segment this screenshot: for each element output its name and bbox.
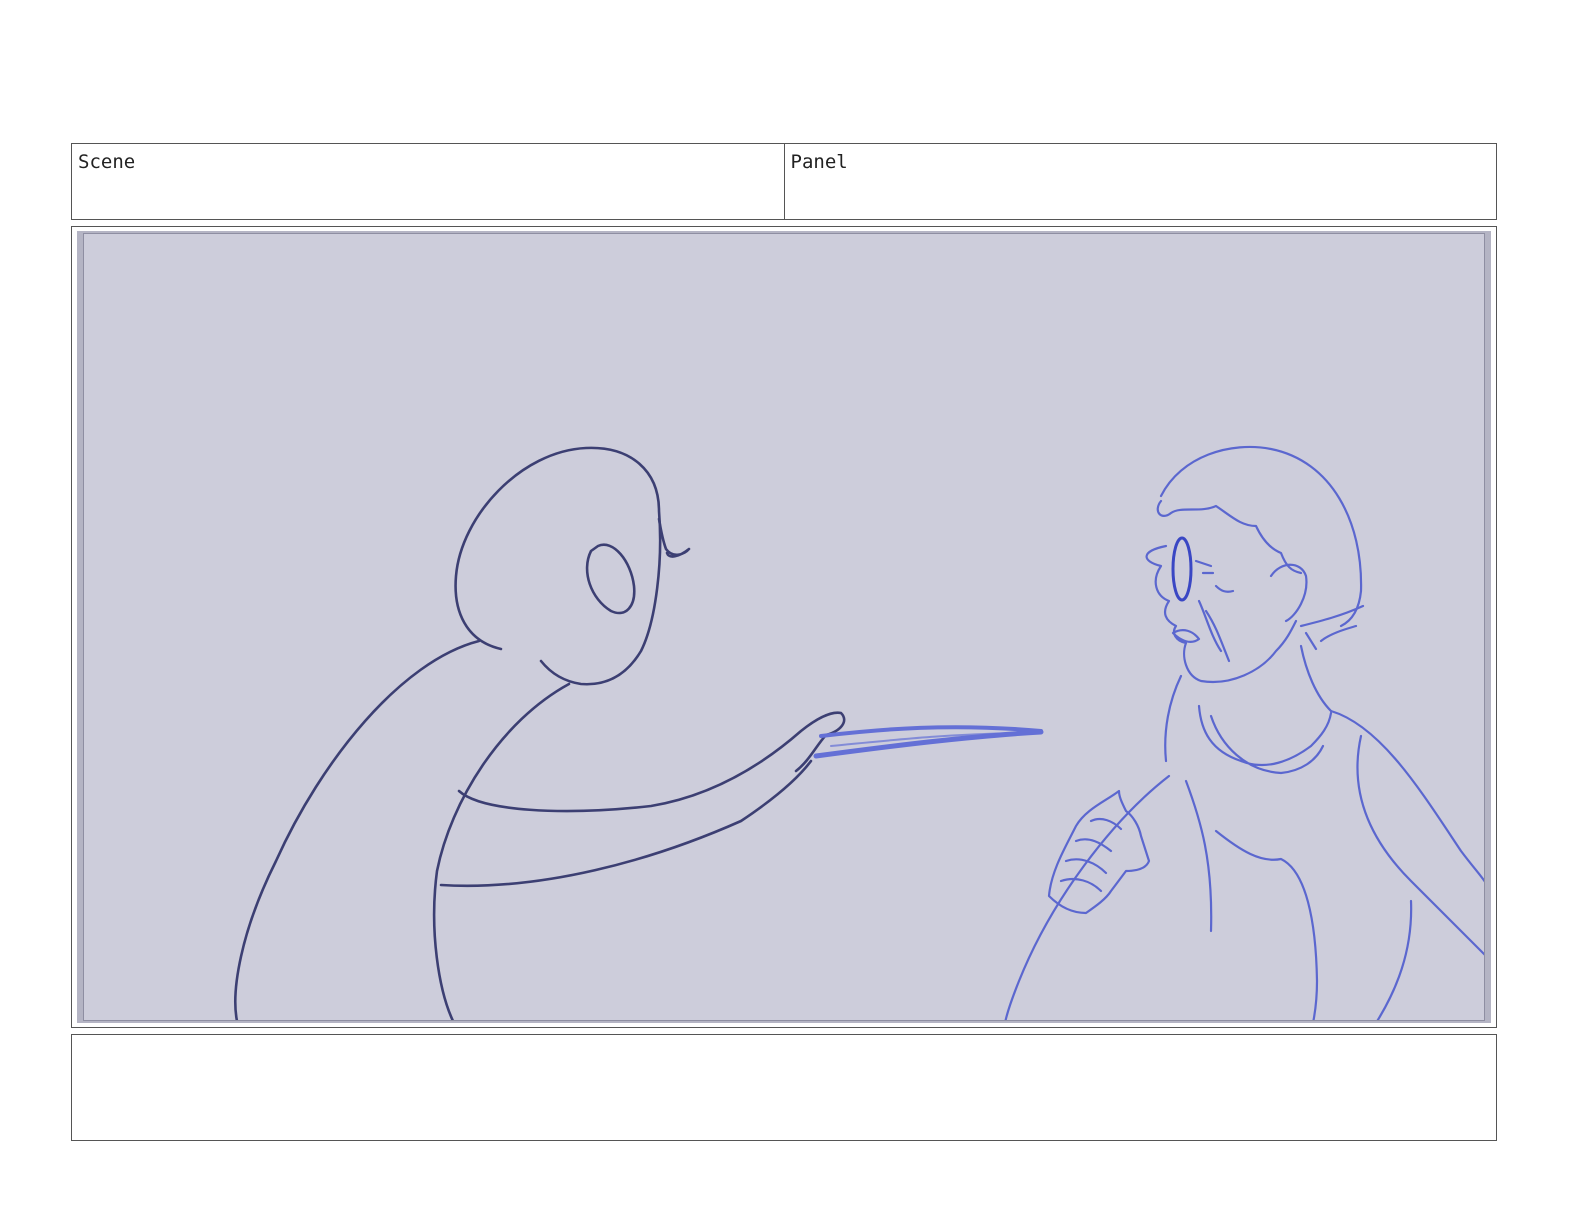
- storyboard-header: Scene Panel: [71, 143, 1497, 220]
- cheek-wrinkles: [1197, 584, 1235, 663]
- shoulder-right: [1329, 709, 1484, 883]
- brows: [1194, 559, 1215, 575]
- left-figure-arm-upper: [457, 711, 846, 813]
- body-center: [1184, 779, 1213, 933]
- glasses-icon: [1171, 536, 1193, 602]
- neck: [1164, 644, 1333, 763]
- right-figure-sketch: [1004, 445, 1484, 1020]
- left-figure-arm-lower: [439, 759, 813, 888]
- panel-label: Panel: [790, 151, 848, 173]
- left-figure-front: [432, 682, 571, 1020]
- left-figure-back: [234, 639, 481, 1020]
- scene-label: Scene: [78, 151, 136, 173]
- notes-box[interactable]: [71, 1034, 1497, 1141]
- torso-right: [1376, 899, 1413, 1020]
- scene-field[interactable]: Scene: [72, 144, 784, 219]
- mouth: [1171, 629, 1201, 643]
- collar: [1197, 704, 1333, 775]
- torso-side: [1214, 829, 1319, 1020]
- knife-sketch: [813, 725, 1044, 759]
- left-figure-nose: [657, 517, 691, 558]
- panel-canvas[interactable]: [83, 233, 1485, 1021]
- panel-field[interactable]: Panel: [783, 144, 1497, 219]
- face: [1145, 544, 1298, 684]
- arm-right: [1356, 734, 1484, 956]
- panel-sketch: [234, 445, 1484, 1020]
- left-figure-sketch: [234, 446, 846, 1020]
- left-figure-ear: [585, 543, 636, 615]
- bonnet-ruffle: [1156, 499, 1303, 575]
